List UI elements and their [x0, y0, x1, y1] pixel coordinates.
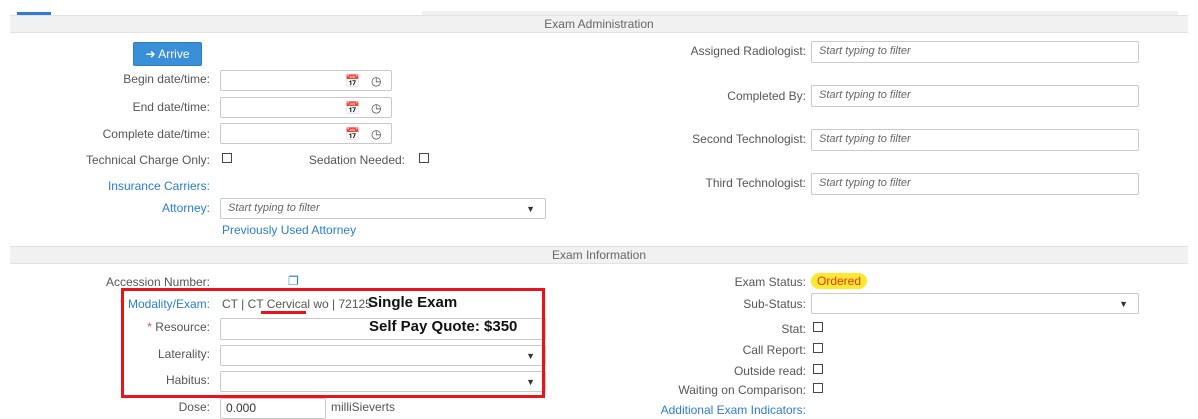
completed-by-label: Completed By:: [727, 89, 806, 103]
arrive-button-label: Arrive: [158, 47, 190, 61]
completed-by-placeholder: Start typing to filter: [819, 89, 911, 101]
waiting-on-comparison-label: Waiting on Comparison:: [678, 383, 806, 397]
third-technologist-placeholder: Start typing to filter: [819, 177, 911, 189]
annotation-box: [121, 288, 545, 398]
outside-read-label: Outside read:: [733, 364, 806, 378]
outside-read-checkbox[interactable]: [813, 364, 823, 374]
attorney-link[interactable]: Attorney:: [162, 201, 210, 215]
sub-status-select[interactable]: ▼: [811, 293, 1139, 314]
arrive-button[interactable]: ➜ Arrive: [133, 42, 202, 66]
chevron-down-icon: ▼: [1119, 299, 1128, 309]
additional-exam-indicators-link[interactable]: Additional Exam Indicators:: [661, 403, 806, 417]
assigned-radiologist-input[interactable]: Start typing to filter: [811, 41, 1139, 63]
sign-in-icon: ➜: [145, 47, 156, 61]
sedation-checkbox[interactable]: [419, 153, 429, 163]
end-datetime-label: End date/time:: [132, 100, 210, 114]
insurance-carriers-link[interactable]: Insurance Carriers:: [108, 179, 210, 193]
dose-input[interactable]: 0.000: [220, 398, 326, 419]
calendar-icon[interactable]: 📅: [345, 127, 360, 141]
dose-label: Dose:: [178, 400, 210, 414]
assigned-radiologist-placeholder: Start typing to filter: [819, 45, 911, 57]
begin-datetime-label: Begin date/time:: [123, 72, 210, 86]
previously-used-attorney-link[interactable]: Previously Used Attorney: [222, 223, 356, 237]
second-technologist-label: Second Technologist:: [692, 132, 806, 146]
calendar-icon[interactable]: 📅: [345, 74, 360, 88]
call-report-checkbox[interactable]: [813, 343, 823, 353]
annotation-line-1: Single Exam: [368, 294, 458, 311]
clock-icon[interactable]: ◷: [371, 127, 381, 141]
begin-datetime-input[interactable]: 📅 ◷: [220, 70, 392, 91]
complete-datetime-input[interactable]: 📅 ◷: [220, 123, 392, 144]
third-technologist-input[interactable]: Start typing to filter: [811, 173, 1139, 195]
exam-status-label: Exam Status:: [734, 275, 806, 289]
calendar-icon[interactable]: 📅: [345, 101, 360, 115]
assigned-radiologist-label: Assigned Radiologist:: [690, 44, 806, 58]
second-technologist-input[interactable]: Start typing to filter: [811, 129, 1139, 151]
technical-charge-label: Technical Charge Only:: [85, 153, 210, 167]
attorney-placeholder: Start typing to filter: [228, 202, 320, 214]
technical-charge-checkbox[interactable]: [222, 153, 232, 163]
annotation-line-2: Self Pay Quote: $350: [369, 318, 518, 335]
sub-status-label: Sub-Status:: [743, 297, 806, 311]
copy-icon[interactable]: ❐: [288, 274, 299, 288]
call-report-label: Call Report:: [742, 343, 806, 357]
exam-information-header: Exam Information: [10, 246, 1188, 264]
attorney-select[interactable]: Start typing to filter ▼: [220, 198, 546, 219]
exam-administration-header: Exam Administration: [10, 15, 1188, 33]
sedation-label: Sedation Needed:: [308, 153, 405, 167]
dose-unit: milliSieverts: [331, 400, 396, 414]
second-technologist-placeholder: Start typing to filter: [819, 133, 911, 145]
clock-icon[interactable]: ◷: [371, 74, 381, 88]
complete-datetime-label: Complete date/time:: [102, 127, 210, 141]
completed-by-input[interactable]: Start typing to filter: [811, 85, 1139, 107]
clock-icon[interactable]: ◷: [371, 101, 381, 115]
accession-number-label: Accession Number:: [105, 275, 210, 289]
stat-checkbox[interactable]: [813, 322, 823, 332]
chevron-down-icon: ▼: [526, 204, 535, 214]
third-technologist-label: Third Technologist:: [705, 176, 807, 190]
top-tab-bar: [0, 0, 1198, 16]
end-datetime-input[interactable]: 📅 ◷: [220, 97, 392, 118]
exam-status-badge: Ordered: [811, 273, 868, 289]
stat-label: Stat:: [781, 322, 806, 336]
waiting-on-comparison-checkbox[interactable]: [813, 383, 823, 393]
